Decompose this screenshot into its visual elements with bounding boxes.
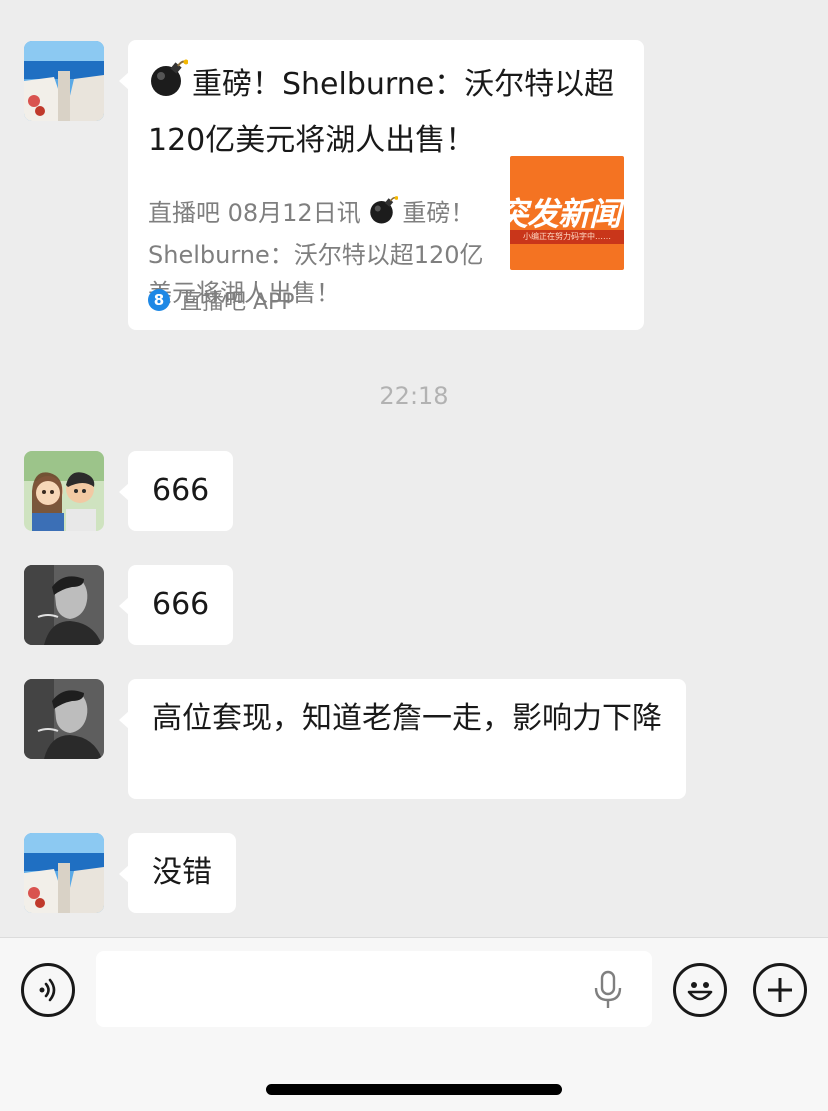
message-text: 高位套现，知道老詹一走，影响力下降 xyxy=(152,701,662,736)
message-input[interactable] xyxy=(96,951,652,1027)
emoji-icon xyxy=(687,982,713,1001)
message-bubble[interactable]: 高位套现，知道老詹一走，影响力下降 xyxy=(119,679,686,799)
link-card-thumbnail: 突发新闻 小编正在努力码字中…… xyxy=(510,156,624,270)
plus-button[interactable] xyxy=(753,963,807,1017)
thumbnail-text: 突发新闻 xyxy=(510,195,621,233)
message-text: 666 xyxy=(152,587,210,622)
message-bubble[interactable]: 666 xyxy=(119,451,234,531)
thumbnail-subtext: 小编正在努力码字中…… xyxy=(510,230,624,244)
avatar-santorini[interactable] xyxy=(24,41,104,121)
message-text: 666 xyxy=(152,473,210,508)
link-card[interactable]: 重磅！Shelburne：沃尔特以超120亿美元将湖人出售！ 直播吧 08月12… xyxy=(119,40,644,330)
timestamp: 22:18 xyxy=(379,382,449,410)
plus-icon xyxy=(768,978,792,1002)
microphone-button[interactable] xyxy=(590,970,626,1010)
source-name: 直播吧 APP xyxy=(180,290,295,315)
home-indicator[interactable] xyxy=(266,1084,562,1095)
chat-area[interactable]: 重磅！Shelburne：沃尔特以超120亿美元将湖人出售！ 直播吧 08月12… xyxy=(0,0,828,937)
bomb-icon xyxy=(368,195,399,236)
link-card-source: 8 直播吧 APP xyxy=(148,284,295,316)
avatar-bw-man[interactable] xyxy=(24,565,104,645)
microphone-icon xyxy=(594,970,622,1008)
link-card-title: 重磅！Shelburne：沃尔特以超120亿美元将湖人出售！ xyxy=(148,58,618,167)
avatar-santorini[interactable] xyxy=(24,833,104,913)
message-text: 没错 xyxy=(152,855,212,890)
message-bubble[interactable]: 666 xyxy=(119,565,234,645)
emoji-button[interactable] xyxy=(673,963,727,1017)
app-source-icon: 8 xyxy=(148,289,170,311)
avatar-bw-man[interactable] xyxy=(24,679,104,759)
bomb-icon xyxy=(148,58,189,115)
avatar-cartoon-couple[interactable] xyxy=(24,451,104,531)
message-bubble[interactable]: 没错 xyxy=(119,833,236,913)
voice-icon xyxy=(39,978,56,1002)
voice-button[interactable] xyxy=(21,963,75,1017)
